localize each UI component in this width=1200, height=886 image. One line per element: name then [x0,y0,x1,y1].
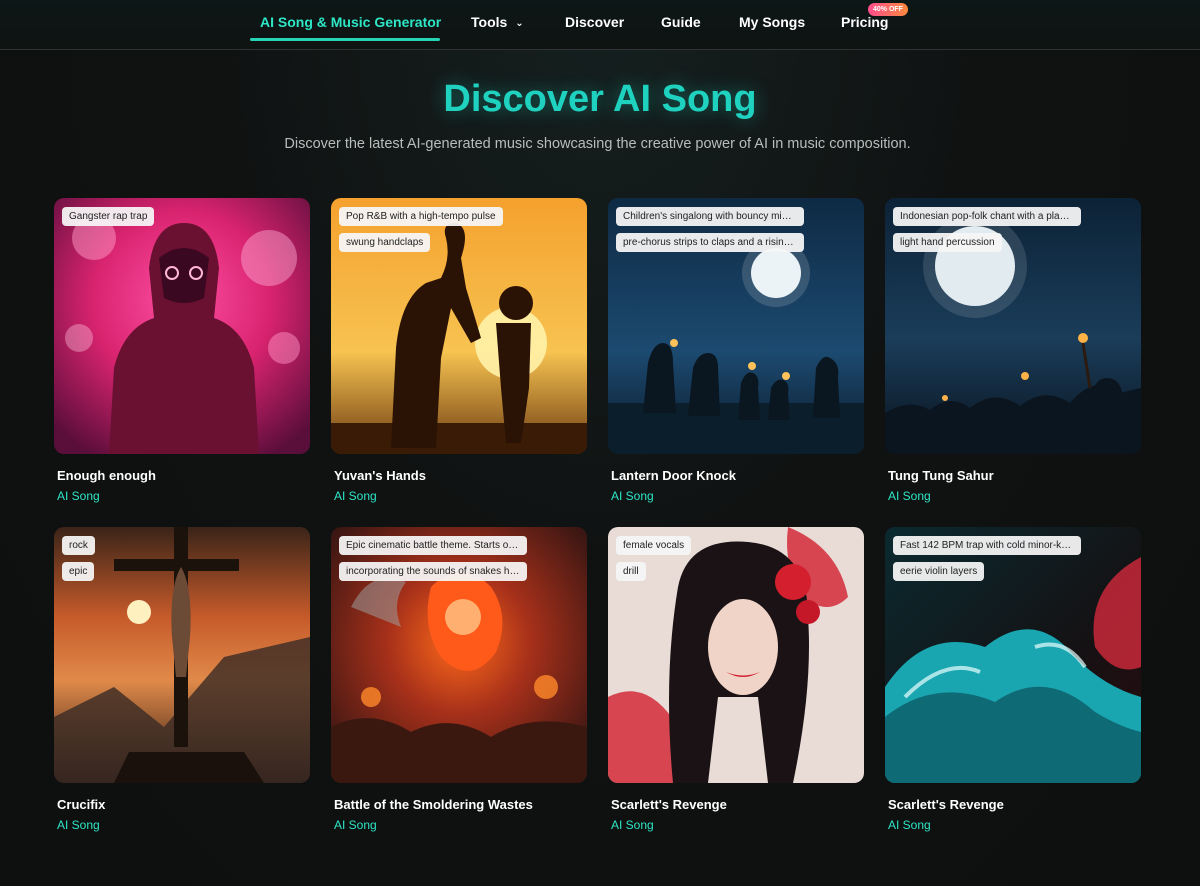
nav-label: AI Song & Music Generator [260,14,442,30]
song-cover-image[interactable]: Epic cinematic battle theme. Starts off … [331,527,587,783]
discount-badge: 40% OFF [868,3,908,16]
style-tag[interactable]: epic [62,562,95,581]
song-title[interactable]: Battle of the Smoldering Wastes [334,797,533,812]
nav-ai-song-generator[interactable]: AI Song & Music Generator [260,0,441,42]
style-tag[interactable]: incorporating the sounds of snakes hissi… [339,562,527,581]
song-cover-image[interactable]: Indonesian pop-folk chant with a playful… [885,198,1141,454]
nav-tools[interactable]: Tools ⌄ [471,0,524,42]
song-type-label: AI Song [334,818,377,832]
page: AI Song & Music Generator Tools ⌄ Discove… [0,0,1200,886]
style-tag[interactable]: Epic cinematic battle theme. Starts off … [339,536,527,555]
chevron-down-icon: ⌄ [515,18,524,29]
style-tag[interactable]: Gangster rap trap [62,207,155,226]
nav-my-songs[interactable]: My Songs [739,0,805,42]
nav-label: Discover [565,14,625,30]
song-cover-image[interactable]: Gangster rap trap [54,198,310,454]
nav-label: Guide [661,14,701,30]
song-title[interactable]: Crucifix [57,797,105,812]
song-type-label: AI Song [57,818,100,832]
style-tag[interactable]: eerie violin layers [893,562,985,581]
style-tag[interactable]: female vocals [616,536,692,555]
song-title[interactable]: Enough enough [57,468,156,483]
song-card[interactable]: Pop R&B with a high-tempo pulse swung ha… [331,198,587,508]
song-title[interactable]: Lantern Door Knock [611,468,736,483]
active-nav-underline [250,38,440,41]
song-title[interactable]: Yuvan's Hands [334,468,426,483]
song-cover-image[interactable]: Pop R&B with a high-tempo pulse swung ha… [331,198,587,454]
song-type-label: AI Song [888,818,931,832]
song-card[interactable]: Children's singalong with bouncy mid-tem… [608,198,864,508]
song-type-label: AI Song [611,489,654,503]
song-type-label: AI Song [888,489,931,503]
song-card[interactable]: female vocals drill Scarlett's Revenge A… [608,527,864,837]
style-tag[interactable]: Children's singalong with bouncy mid-tem… [616,207,804,226]
song-title[interactable]: Tung Tung Sahur [888,468,994,483]
style-tag[interactable]: Indonesian pop-folk chant with a playful… [893,207,1081,226]
style-tag[interactable]: rock [62,536,95,555]
style-tag[interactable]: pre-chorus strips to claps and a rising … [616,233,804,252]
song-card[interactable]: Fast 142 BPM trap with cold minor-key pi… [885,527,1141,837]
style-tag[interactable]: Fast 142 BPM trap with cold minor-key pi… [893,536,1081,555]
song-card[interactable]: Epic cinematic battle theme. Starts off … [331,527,587,837]
song-card[interactable]: rock epic Crucifix AI Song [54,527,310,837]
style-tag[interactable]: drill [616,562,646,581]
song-type-label: AI Song [57,489,100,503]
page-subtitle: Discover the latest AI-generated music s… [284,136,911,152]
nav-discover[interactable]: Discover [565,0,624,42]
song-card[interactable]: Gangster rap trap Enough enough AI Song [54,198,310,508]
style-tag[interactable]: swung handclaps [339,233,431,252]
style-tag[interactable]: light hand percussion [893,233,1002,252]
song-cover-image[interactable]: Fast 142 BPM trap with cold minor-key pi… [885,527,1141,783]
song-cover-image[interactable]: Children's singalong with bouncy mid-tem… [608,198,864,454]
nav-guide[interactable]: Guide [661,0,701,42]
song-cover-image[interactable]: rock epic [54,527,310,783]
page-title: Discover AI Song [443,78,757,120]
hooded-figure-image [54,198,310,454]
red-rose-woman-image [608,527,864,783]
nav-label: Tools [471,14,508,30]
song-type-label: AI Song [334,489,377,503]
style-tag[interactable]: Pop R&B with a high-tempo pulse [339,207,503,226]
song-cover-image[interactable]: female vocals drill [608,527,864,783]
nav-label: Pricing [841,14,889,30]
song-title[interactable]: Scarlett's Revenge [611,797,727,812]
song-card[interactable]: Indonesian pop-folk chant with a playful… [885,198,1141,508]
song-type-label: AI Song [611,818,654,832]
nav-label: My Songs [739,14,806,30]
top-nav: AI Song & Music Generator Tools ⌄ Discove… [0,0,1200,50]
song-title[interactable]: Scarlett's Revenge [888,797,1004,812]
